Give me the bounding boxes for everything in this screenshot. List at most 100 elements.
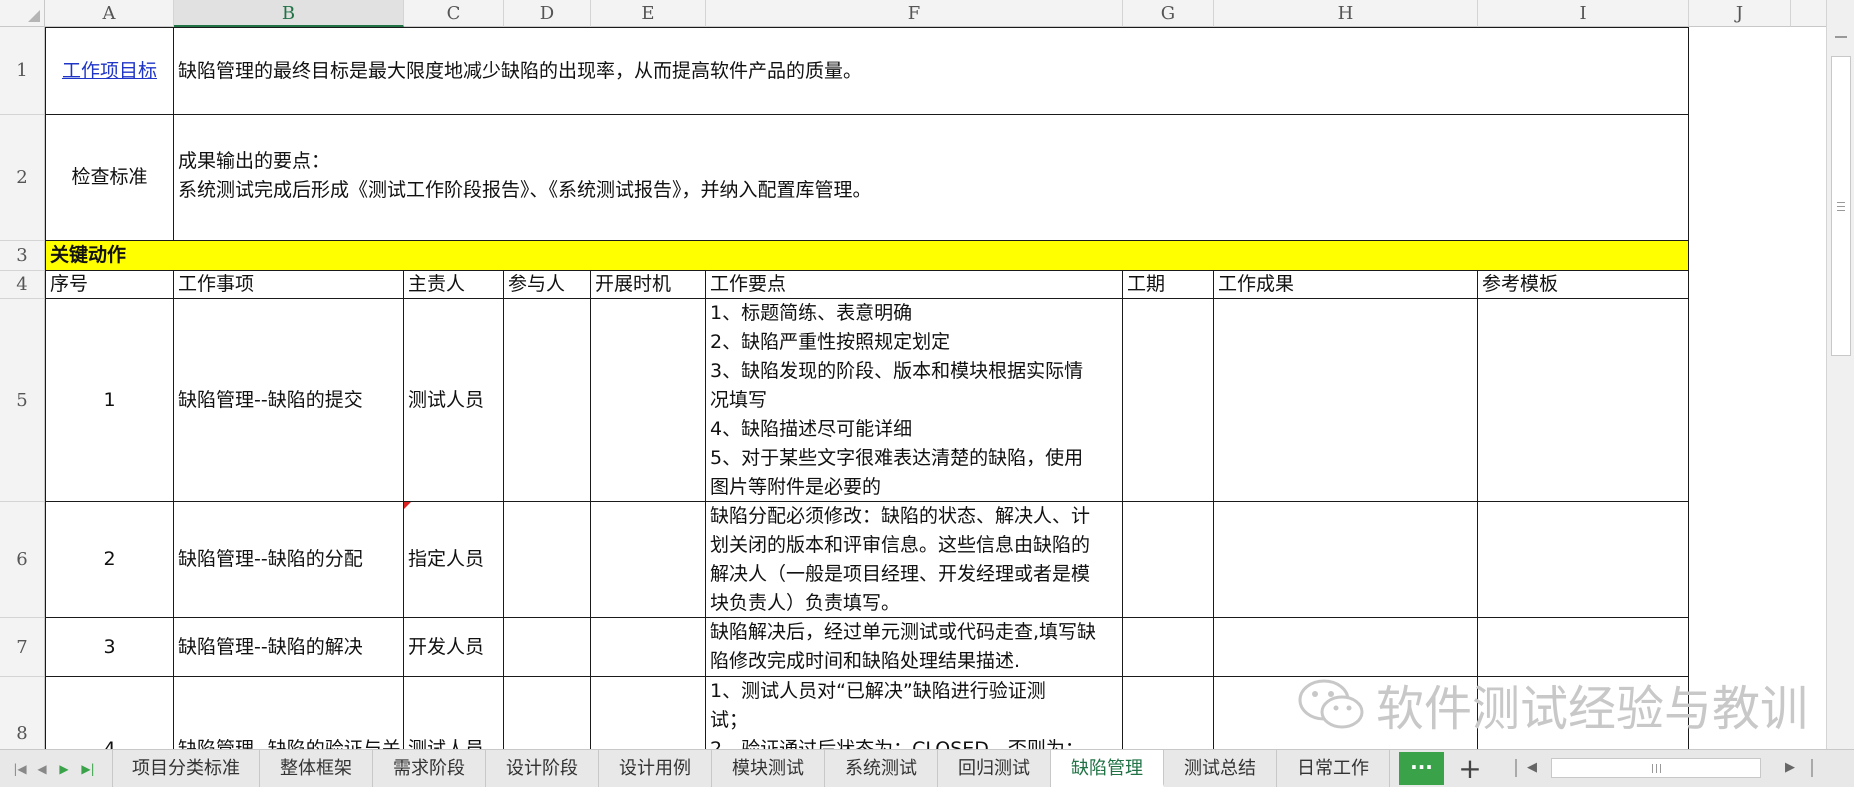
row7-participant[interactable] <box>504 618 591 677</box>
work-target-link[interactable]: 工作项目标 <box>62 57 157 86</box>
header-points[interactable]: 工作要点 <box>706 271 1123 299</box>
column-header-d[interactable]: D <box>504 0 591 27</box>
row5-item[interactable]: 缺陷管理--缺陷的提交 <box>174 299 404 502</box>
cell-a3-key-actions[interactable]: 关键动作 <box>45 241 1689 271</box>
tab-regression-test[interactable]: 回归测试 <box>938 750 1051 787</box>
row7-timing[interactable] <box>591 618 706 677</box>
header-seq[interactable]: 序号 <box>45 271 174 299</box>
row5-owner[interactable]: 测试人员 <box>404 299 504 502</box>
column-header-f[interactable]: F <box>706 0 1123 27</box>
prev-sheet-icon[interactable]: ◀ <box>34 760 50 778</box>
row5-template[interactable] <box>1478 299 1689 502</box>
comment-marker-icon[interactable] <box>404 502 411 509</box>
row6-duration[interactable] <box>1123 502 1214 618</box>
row6-result[interactable] <box>1214 502 1478 618</box>
select-all-corner[interactable] <box>0 0 45 27</box>
column-header-i[interactable]: I <box>1478 0 1689 27</box>
row5-duration[interactable] <box>1123 299 1214 502</box>
row8-owner[interactable]: 测试人员 <box>404 677 504 749</box>
tab-requirements[interactable]: 需求阶段 <box>373 750 486 787</box>
tab-module-test[interactable]: 模块测试 <box>712 750 825 787</box>
row-header-8[interactable]: 8 <box>0 677 45 749</box>
horizontal-scrollbar[interactable]: ◀ ▶ <box>1515 750 1835 787</box>
tab-design-cases[interactable]: 设计用例 <box>599 750 712 787</box>
tab-daily-work[interactable]: 日常工作 <box>1277 750 1390 787</box>
header-template[interactable]: 参考模板 <box>1478 271 1689 299</box>
row-header-5[interactable]: 5 <box>0 299 45 502</box>
row7-owner[interactable]: 开发人员 <box>404 618 504 677</box>
first-sheet-icon[interactable]: |◀ <box>12 760 28 778</box>
row-header-1[interactable]: 1 <box>0 27 45 115</box>
row6-seq[interactable]: 2 <box>45 502 174 618</box>
last-sheet-icon[interactable]: ▶| <box>80 760 96 778</box>
row-header-2[interactable]: 2 <box>0 115 45 241</box>
column-header-j[interactable]: J <box>1689 0 1791 27</box>
header-participant[interactable]: 参与人 <box>504 271 591 299</box>
row8-timing[interactable] <box>591 677 706 749</box>
point-line: 划关闭的版本和评审信息。这些信息由缺陷的 <box>710 534 1091 556</box>
row5-result[interactable] <box>1214 299 1478 502</box>
tab-design-phase[interactable]: 设计阶段 <box>486 750 599 787</box>
tab-system-test[interactable]: 系统测试 <box>825 750 938 787</box>
row6-timing[interactable] <box>591 502 706 618</box>
row8-points[interactable]: 1、测试人员对“已解决”缺陷进行验证测 试； 2、验证通过后状态为：CLOSED… <box>706 677 1123 749</box>
row7-seq[interactable]: 3 <box>45 618 174 677</box>
row-header-6[interactable]: 6 <box>0 502 45 618</box>
column-header-c[interactable]: C <box>404 0 504 27</box>
header-result[interactable]: 工作成果 <box>1214 271 1478 299</box>
tab-test-summary[interactable]: 测试总结 <box>1164 750 1277 787</box>
column-header-a[interactable]: A <box>45 0 174 27</box>
split-icon[interactable] <box>1835 36 1847 38</box>
vertical-scrollbar[interactable] <box>1826 0 1854 749</box>
tab-defect-management[interactable]: 缺陷管理 <box>1051 750 1164 787</box>
watermark: 软件测试经验与教训 <box>1296 676 1808 737</box>
row5-timing[interactable] <box>591 299 706 502</box>
scroll-right-icon[interactable]: ▶ <box>1785 758 1799 778</box>
row8-item[interactable]: 缺陷管理--缺陷的验证与关 <box>174 677 404 749</box>
row5-points[interactable]: 1、标题简练、表意明确 2、缺陷严重性按照规定划定 3、缺陷发现的阶段、版本和模… <box>706 299 1123 502</box>
row7-points[interactable]: 缺陷解决后，经过单元测试或代码走查,填写缺 陷修改完成时间和缺陷处理结果描述. <box>706 618 1123 677</box>
row6-item[interactable]: 缺陷管理--缺陷的分配 <box>174 502 404 618</box>
add-sheet-button[interactable]: + <box>1455 754 1485 784</box>
row6-owner[interactable]: 指定人员 <box>404 502 504 618</box>
row5-participant[interactable] <box>504 299 591 502</box>
point-line: 1、标题简练、表意明确 <box>710 302 913 324</box>
next-sheet-icon[interactable]: ▶ <box>56 760 72 778</box>
point-line: 解决人（一般是项目经理、开发经理或者是模 <box>710 563 1091 585</box>
vertical-scroll-thumb[interactable] <box>1831 56 1851 356</box>
row-header-4[interactable]: 4 <box>0 271 45 299</box>
row6-participant[interactable] <box>504 502 591 618</box>
row-header-3[interactable]: 3 <box>0 241 45 271</box>
more-sheets-button[interactable]: ··· <box>1399 752 1444 785</box>
row8-seq[interactable]: 4 <box>45 677 174 749</box>
spreadsheet-grid[interactable]: A B C D E F G H I J 1 2 3 4 5 6 7 8 工作项目… <box>0 0 1826 749</box>
point-line: 块负责人）负责填写。 <box>710 592 901 614</box>
scroll-left-icon[interactable]: ◀ <box>1527 758 1541 778</box>
horizontal-scroll-thumb[interactable] <box>1551 758 1761 778</box>
column-header-e[interactable]: E <box>591 0 706 27</box>
cell-a1[interactable]: 工作项目标 <box>45 27 174 115</box>
header-item[interactable]: 工作事项 <box>174 271 404 299</box>
point-line: 1、测试人员对“已解决”缺陷进行验证测 <box>710 680 1046 702</box>
tab-project-classification[interactable]: 项目分类标准 <box>112 750 260 787</box>
column-header-h[interactable]: H <box>1214 0 1478 27</box>
column-header-b[interactable]: B <box>174 0 404 27</box>
cell-b1[interactable]: 缺陷管理的最终目标是最大限度地减少缺陷的出现率，从而提高软件产品的质量。 <box>174 27 1689 115</box>
row7-duration[interactable] <box>1123 618 1214 677</box>
cell-b2[interactable]: 成果输出的要点： 系统测试完成后形成《测试工作阶段报告》、《系统测试报告》，并纳… <box>174 115 1689 241</box>
point-line: 缺陷解决后，经过单元测试或代码走查,填写缺 <box>710 621 1097 643</box>
row8-duration[interactable] <box>1123 677 1214 749</box>
row6-template[interactable] <box>1478 502 1689 618</box>
row7-item[interactable]: 缺陷管理--缺陷的解决 <box>174 618 404 677</box>
row-header-7[interactable]: 7 <box>0 618 45 677</box>
tab-overall-framework[interactable]: 整体框架 <box>260 750 373 787</box>
row6-points[interactable]: 缺陷分配必须修改：缺陷的状态、解决人、计 划关闭的版本和评审信息。这些信息由缺陷… <box>706 502 1123 618</box>
header-duration[interactable]: 工期 <box>1123 271 1214 299</box>
row5-seq[interactable]: 1 <box>45 299 174 502</box>
header-owner[interactable]: 主责人 <box>404 271 504 299</box>
header-timing[interactable]: 开展时机 <box>591 271 706 299</box>
row8-participant[interactable] <box>504 677 591 749</box>
column-header-g[interactable]: G <box>1123 0 1214 27</box>
cell-a2[interactable]: 检查标准 <box>45 115 174 241</box>
point-line: 3、缺陷发现的阶段、版本和模块根据实际情 <box>710 360 1084 382</box>
